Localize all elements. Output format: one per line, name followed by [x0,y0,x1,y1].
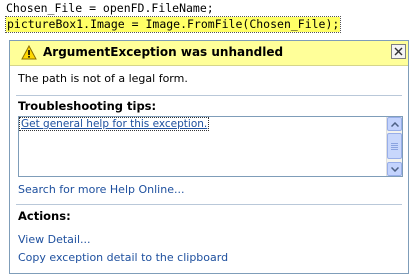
scroll-down-button[interactable] [387,162,402,176]
warning-icon [21,44,37,60]
code-line-highlighted: pictureBox1.Image = Image.FromFile(Chose… [4,16,342,33]
troubleshooting-tips-title: Troubleshooting tips: [18,99,157,113]
view-detail-link[interactable]: View Detail... [18,233,91,246]
exception-assistant-panel: ArgumentException was unhandled The path… [9,40,409,274]
code-line-filename: Chosen_File = openFD.FileName; [6,1,214,15]
divider [16,204,402,205]
close-icon [394,47,403,56]
scroll-up-button[interactable] [387,117,402,131]
general-help-link[interactable]: Get general help for this exception. [18,117,210,131]
exception-title: ArgumentException was unhandled [43,45,284,59]
chevron-down-icon [391,167,399,172]
tips-scrollbar[interactable] [386,117,402,176]
close-button[interactable] [391,44,406,59]
exception-header: ArgumentException was unhandled [10,41,408,66]
copy-exception-detail-link[interactable]: Copy exception detail to the clipboard [18,251,228,264]
exception-message: The path is not of a legal form. [18,72,188,85]
chevron-up-icon [391,122,399,127]
search-help-online-link[interactable]: Search for more Help Online... [18,183,184,196]
troubleshooting-tips-list[interactable]: Get general help for this exception. [18,116,403,177]
scroll-thumb[interactable] [387,133,402,159]
divider [16,95,402,96]
actions-title: Actions: [18,209,71,223]
